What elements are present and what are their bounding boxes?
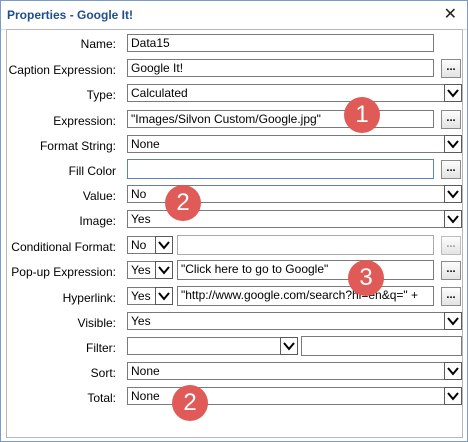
sort-value: None xyxy=(131,364,160,378)
fill-color-field[interactable] xyxy=(127,159,434,179)
title-bar: Properties - Google It! ✕ xyxy=(1,1,467,30)
chevron-down-icon[interactable] xyxy=(155,236,173,254)
hyperlink-label: Hyperlink: xyxy=(62,291,116,305)
visible-value: Yes xyxy=(131,314,151,328)
name-field[interactable]: Data15 xyxy=(127,34,434,52)
sort-label: Sort: xyxy=(90,366,116,380)
image-label: Image: xyxy=(79,214,116,228)
conditional-format-ellipsis-button[interactable]: ... xyxy=(441,236,461,255)
conditional-format-field[interactable] xyxy=(177,235,434,255)
callout-badge-3: 3 xyxy=(348,260,384,296)
caption-expression-label: Caption Expression: xyxy=(8,63,116,77)
format-string-select[interactable]: None xyxy=(127,135,462,153)
callout-badge-1: 1 xyxy=(344,97,380,133)
format-string-value: None xyxy=(131,137,160,151)
caption-expression-field[interactable]: Google It! xyxy=(127,59,434,77)
callout-badge-2: 2 xyxy=(165,185,201,221)
callout-badge-2-bottom: 2 xyxy=(172,385,208,421)
hyperlink-ellipsis-button[interactable]: ... xyxy=(441,287,461,306)
filter-label: Filter: xyxy=(86,341,116,355)
total-value: None xyxy=(131,389,160,403)
properties-window: Properties - Google It! ✕ Name: Data15 C… xyxy=(0,0,468,442)
format-string-label: Format String: xyxy=(39,139,116,153)
sort-select[interactable]: None xyxy=(127,362,462,380)
caption-expression-ellipsis-button[interactable]: ... xyxy=(441,59,461,78)
chevron-down-icon[interactable] xyxy=(444,185,462,203)
chevron-down-icon[interactable] xyxy=(444,362,462,380)
chevron-down-icon[interactable] xyxy=(444,387,462,405)
chevron-down-icon[interactable] xyxy=(444,84,462,102)
chevron-down-icon[interactable] xyxy=(155,287,173,305)
hyperlink-field[interactable]: "http://www.google.com/search?hl=en&q=" … xyxy=(177,286,434,306)
popup-expression-ellipsis-button[interactable]: ... xyxy=(441,261,461,280)
conditional-format-select[interactable]: No xyxy=(127,236,173,254)
chevron-down-icon[interactable] xyxy=(444,135,462,153)
hyperlink-value: Yes xyxy=(131,289,151,303)
chevron-down-icon[interactable] xyxy=(444,312,462,330)
chevron-down-icon[interactable] xyxy=(280,337,298,355)
hyperlink-select[interactable]: Yes xyxy=(127,287,173,305)
filter-field[interactable] xyxy=(301,336,462,356)
popup-expression-select[interactable]: Yes xyxy=(127,261,173,279)
popup-expression-value: Yes xyxy=(131,263,151,277)
expression-label: Expression: xyxy=(53,114,116,128)
chevron-down-icon[interactable] xyxy=(155,261,173,279)
close-icon[interactable]: ✕ xyxy=(444,4,457,24)
fill-color-label: Fill Color xyxy=(68,164,116,178)
filter-select[interactable] xyxy=(127,337,298,355)
chevron-down-icon[interactable] xyxy=(444,210,462,228)
expression-ellipsis-button[interactable]: ... xyxy=(441,110,461,129)
fill-color-ellipsis-button[interactable]: ... xyxy=(441,160,461,179)
visible-select[interactable]: Yes xyxy=(127,312,462,330)
value-label: Value: xyxy=(82,189,116,203)
visible-label: Visible: xyxy=(77,316,116,330)
conditional-format-label: Conditional Format: xyxy=(11,240,116,254)
image-value: Yes xyxy=(131,212,151,226)
type-label: Type: xyxy=(86,88,116,102)
popup-expression-field[interactable]: "Click here to go to Google" xyxy=(177,260,434,280)
total-label: Total: xyxy=(87,391,116,405)
conditional-format-value: No xyxy=(131,238,147,252)
value-value: No xyxy=(131,187,147,201)
properties-panel: Name: Data15 Caption Expression: Google … xyxy=(6,29,463,438)
type-select[interactable]: Calculated xyxy=(127,84,462,102)
popup-expression-label: Pop-up Expression: xyxy=(11,265,116,279)
window-title: Properties - Google It! xyxy=(7,8,134,22)
type-value: Calculated xyxy=(131,86,188,100)
name-label: Name: xyxy=(80,37,116,51)
expression-field[interactable]: "Images/Silvon Custom/Google.jpg" xyxy=(127,110,434,128)
